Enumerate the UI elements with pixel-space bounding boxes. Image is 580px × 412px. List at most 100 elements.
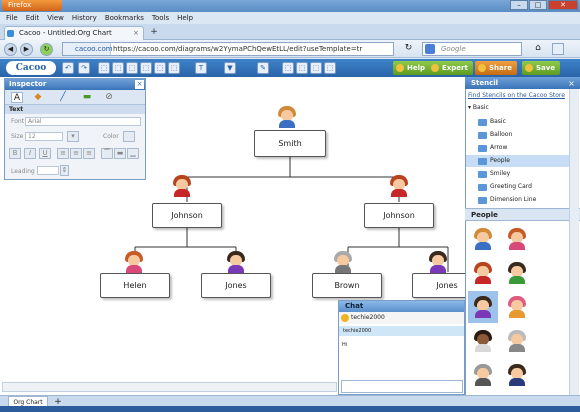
menu-help[interactable]: Help — [177, 12, 193, 24]
toolbar-tool-6[interactable]: ⬚ — [154, 62, 166, 74]
chat-online-user: techie2000 — [339, 312, 464, 324]
toolbar-tool-0[interactable]: ↶ — [62, 62, 74, 74]
org-node-johnson-right[interactable]: Johnson — [364, 203, 434, 228]
align-right-icon[interactable]: ≡ — [83, 148, 95, 159]
firefox-menu-button[interactable]: Firefox — [2, 0, 62, 11]
tab-link-icon[interactable]: ⊘ — [103, 92, 115, 103]
stencil-item-smiley[interactable]: Smiley — [466, 168, 569, 180]
menu-history[interactable]: History — [72, 12, 97, 24]
bookmarks-icon[interactable] — [552, 43, 564, 55]
color-picker[interactable] — [123, 131, 135, 142]
person-avatar-icon[interactable] — [124, 251, 144, 273]
menu-edit[interactable]: Edit — [26, 12, 40, 24]
save-button[interactable]: Save — [522, 61, 561, 75]
maximize-button[interactable]: □ — [529, 0, 547, 10]
stencil-item-basic[interactable]: Basic — [466, 116, 569, 128]
toolbar-tool-12[interactable]: ⬚ — [296, 62, 308, 74]
toolbar-tool-13[interactable]: ⬚ — [310, 62, 322, 74]
share-button[interactable]: Share — [475, 61, 517, 75]
stencil-group-basic[interactable]: ▾ Basic — [468, 104, 489, 111]
stencil-close-icon[interactable]: × — [567, 79, 576, 88]
toolbar-tool-8[interactable]: T — [195, 62, 207, 74]
search-input[interactable]: Google — [422, 42, 522, 56]
forward-button[interactable]: ▶ — [20, 43, 33, 56]
person-avatar-icon[interactable] — [428, 251, 448, 273]
font-select[interactable]: Arial — [25, 117, 141, 126]
menu-view[interactable]: View — [47, 12, 64, 24]
valign-bottom-icon[interactable]: ▁ — [127, 148, 139, 159]
org-node-root[interactable]: Smith — [254, 130, 326, 157]
inspector-close-icon[interactable]: × — [135, 80, 144, 89]
tab-text-icon[interactable]: A — [11, 92, 23, 103]
person-avatar-icon[interactable] — [226, 251, 246, 273]
help-icon — [396, 64, 404, 72]
person-avatar-icon[interactable] — [172, 175, 192, 197]
stencil-item-balloon[interactable]: Balloon — [466, 129, 569, 141]
italic-button[interactable]: I — [24, 148, 36, 159]
org-node-helen[interactable]: Helen — [100, 273, 170, 298]
browser-tab[interactable]: Cacoo - Untitled:Org Chart — [4, 26, 144, 40]
align-center-icon[interactable]: ≡ — [70, 148, 82, 159]
back-button[interactable]: ◀ — [4, 43, 17, 56]
tab-line-icon[interactable]: ╱ — [57, 92, 69, 103]
site-identity-button[interactable]: cacoo.com — [63, 43, 113, 55]
people-stencil[interactable] — [502, 325, 532, 357]
person-avatar-icon[interactable] — [333, 251, 353, 273]
people-stencil[interactable] — [468, 223, 498, 255]
chat-input[interactable] — [341, 380, 463, 393]
home-button[interactable]: ⌂ — [532, 43, 544, 55]
tab-shadow-icon[interactable]: ▬ — [81, 92, 93, 103]
org-node-brown[interactable]: Brown — [312, 273, 382, 298]
people-stencil[interactable] — [502, 359, 532, 391]
menu-tools[interactable]: Tools — [152, 12, 169, 24]
stencil-item-greeting-card[interactable]: Greeting Card — [466, 181, 569, 193]
toolbar-tool-10[interactable]: ✎ — [257, 62, 269, 74]
refresh-icon[interactable]: ↻ — [402, 43, 415, 55]
minimize-button[interactable]: – — [510, 0, 528, 10]
stencil-item-arrow[interactable]: Arrow — [466, 142, 569, 154]
canvas-horizontal-scrollbar[interactable] — [2, 382, 337, 392]
org-node-johnson-left[interactable]: Johnson — [152, 203, 222, 228]
leading-input[interactable] — [37, 166, 59, 175]
underline-button[interactable]: U — [39, 148, 51, 159]
toolbar-tool-3[interactable]: ⬚ — [112, 62, 124, 74]
toolbar-tool-11[interactable]: ⬚ — [282, 62, 294, 74]
people-stencil[interactable] — [502, 223, 532, 255]
leading-stepper-icon[interactable]: ⇕ — [60, 165, 69, 176]
stencil-item-people[interactable]: People — [466, 155, 569, 167]
org-node-jones-left[interactable]: Jones — [201, 273, 271, 298]
person-avatar-icon[interactable] — [277, 106, 297, 128]
toolbar-tool-14[interactable]: ⬚ — [324, 62, 336, 74]
toolbar-tool-5[interactable]: ⬚ — [140, 62, 152, 74]
menu-bookmarks[interactable]: Bookmarks — [105, 12, 144, 24]
bold-button[interactable]: B — [9, 148, 21, 159]
menu-file[interactable]: File — [6, 12, 18, 24]
people-stencil[interactable] — [502, 291, 532, 323]
valign-top-icon[interactable]: ▔ — [101, 148, 113, 159]
reload-button[interactable]: ↻ — [40, 43, 53, 56]
tab-fill-icon[interactable]: ◆ — [32, 92, 44, 103]
tab-close-icon[interactable]: × — [133, 29, 139, 37]
align-left-icon[interactable]: ≡ — [57, 148, 69, 159]
person-avatar-icon[interactable] — [389, 175, 409, 197]
toolbar-tool-1[interactable]: ↷ — [78, 62, 90, 74]
toolbar-tool-9[interactable]: ▼ — [224, 62, 236, 74]
people-stencil[interactable] — [468, 291, 498, 323]
size-select[interactable]: 12 — [25, 132, 63, 141]
expert-button[interactable]: Expert — [428, 61, 473, 75]
people-stencil[interactable] — [468, 359, 498, 391]
people-stencil[interactable] — [502, 257, 532, 289]
find-stencils-link[interactable]: Find Stencils on the Cacoo Store — [468, 92, 565, 99]
close-window-button[interactable]: ✕ — [548, 0, 578, 10]
people-stencil[interactable] — [468, 257, 498, 289]
toolbar-tool-7[interactable]: ⬚ — [168, 62, 180, 74]
valign-middle-icon[interactable]: ▬ — [114, 148, 126, 159]
new-tab-button[interactable]: + — [148, 27, 160, 38]
stencil-scrollbar[interactable] — [569, 89, 579, 395]
toolbar-tool-2[interactable]: ⬚ — [98, 62, 110, 74]
help-button[interactable]: Help — [393, 61, 431, 75]
size-dropdown-icon[interactable]: ▾ — [67, 131, 79, 142]
stencil-item-dimension-line[interactable]: Dimension Line — [466, 194, 569, 206]
toolbar-tool-4[interactable]: ⬚ — [126, 62, 138, 74]
people-stencil[interactable] — [468, 325, 498, 357]
